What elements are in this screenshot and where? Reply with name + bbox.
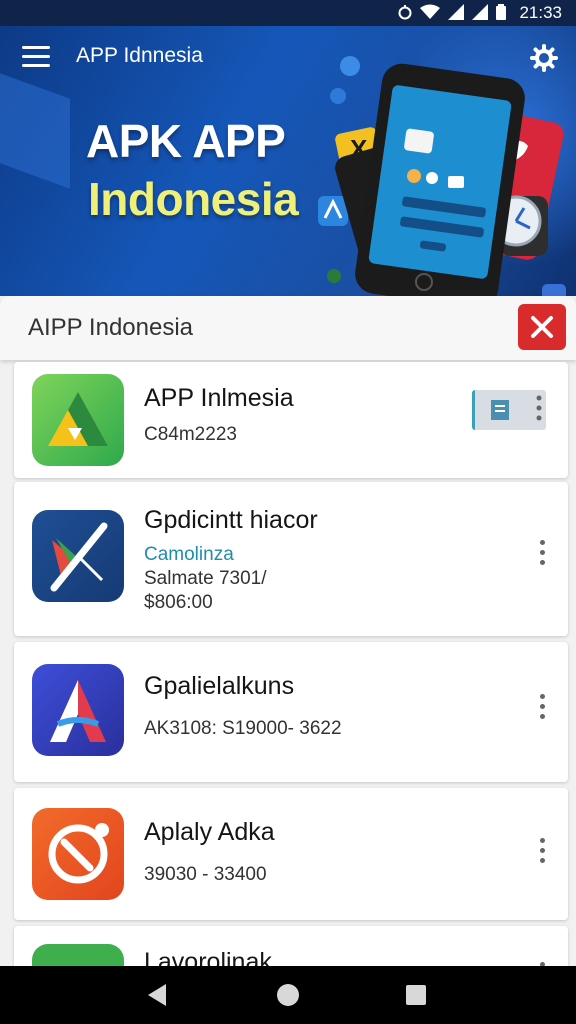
phone-illustration: X [318,56,566,296]
home-icon[interactable] [277,984,299,1006]
app-icon-green-triangle [32,374,124,466]
back-icon[interactable] [148,984,166,1006]
app-meta: C84m2223 [144,424,237,445]
more-options-icon[interactable] [532,838,552,872]
more-options-icon[interactable] [532,540,552,574]
close-icon [531,316,553,338]
install-button[interactable] [472,390,546,430]
hero-decoration [0,73,70,189]
app-meta: Salmate 7301/ [144,568,267,589]
app-meta: 39030 - 33400 [144,864,267,885]
alarm-icon [398,5,412,20]
app-card[interactable]: Aplaly Adka 39030 - 33400 [14,788,568,920]
app-card[interactable]: Gpalielalkuns AK3108: S19000- 3622 [14,642,568,782]
app-icon-x-logo [32,510,124,602]
app-price: $806:00 [144,592,213,613]
more-options-icon[interactable] [532,694,552,728]
status-bar: 21:33 [0,0,576,26]
app-name: Gpdicintt hiacor [144,506,318,534]
app-name: Aplaly Adka [144,818,275,846]
search-input[interactable]: AIPP Indonesia [28,314,193,342]
signal-icon [448,4,464,20]
app-developer: Camolinza [144,544,234,565]
status-icons [398,4,506,20]
app-name: Gpalielalkuns [144,672,295,700]
close-button[interactable] [518,304,566,350]
app-card[interactable]: APP Inlmesia C84m2223 [14,362,568,478]
wifi-icon [420,4,440,19]
app-icon-orange-logo [32,808,124,900]
app-icon-a-logo [32,664,124,756]
recents-icon[interactable] [406,985,426,1005]
menu-icon[interactable] [22,46,50,68]
status-time: 21:33 [519,3,562,22]
navigation-bar [0,966,576,1024]
battery-icon [496,4,506,20]
signal-icon-2 [472,4,488,20]
hero-title-line2: Indonesia [88,173,299,225]
app-title: APP Idnnesia [76,44,203,67]
app-name: APP Inlmesia [144,384,294,412]
hero-banner: APP Idnnesia APK APP Indonesia X [0,26,576,296]
app-meta: AK3108: S19000- 3622 [144,718,342,739]
document-icon [491,395,542,421]
hero-title-line1: APK APP [86,115,286,167]
search-bar[interactable]: AIPP Indonesia [0,296,576,360]
app-card[interactable]: Gpdicintt hiacor Camolinza Salmate 7301/… [14,482,568,636]
